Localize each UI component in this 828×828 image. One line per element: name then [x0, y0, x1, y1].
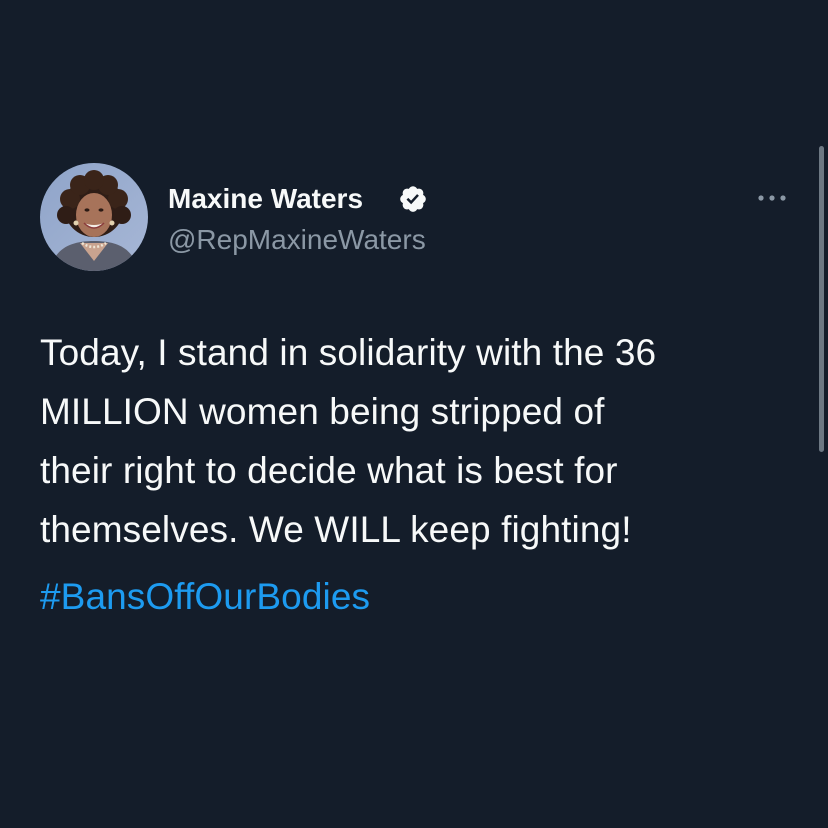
author-handle[interactable]: @RepMaxineWaters: [168, 223, 426, 257]
scrollbar[interactable]: [819, 146, 824, 452]
author-name[interactable]: Maxine Waters: [168, 182, 363, 216]
tweet-body: Today, I stand in solidarity with the 36…: [40, 323, 800, 626]
avatar-photo: [40, 163, 148, 271]
verified-badge-icon: [400, 186, 426, 212]
avatar[interactable]: [40, 163, 148, 271]
tweet-screen: Maxine Waters @RepMaxineWaters Today, I …: [0, 0, 828, 828]
tweet-header: Maxine Waters @RepMaxineWaters: [40, 162, 790, 274]
tweet-text: Today, I stand in solidarity with the 36…: [40, 332, 657, 550]
hashtag-link[interactable]: #BansOffOurBodies: [40, 567, 800, 626]
more-horizontal-icon: [758, 195, 786, 201]
more-options-button[interactable]: [754, 188, 790, 208]
